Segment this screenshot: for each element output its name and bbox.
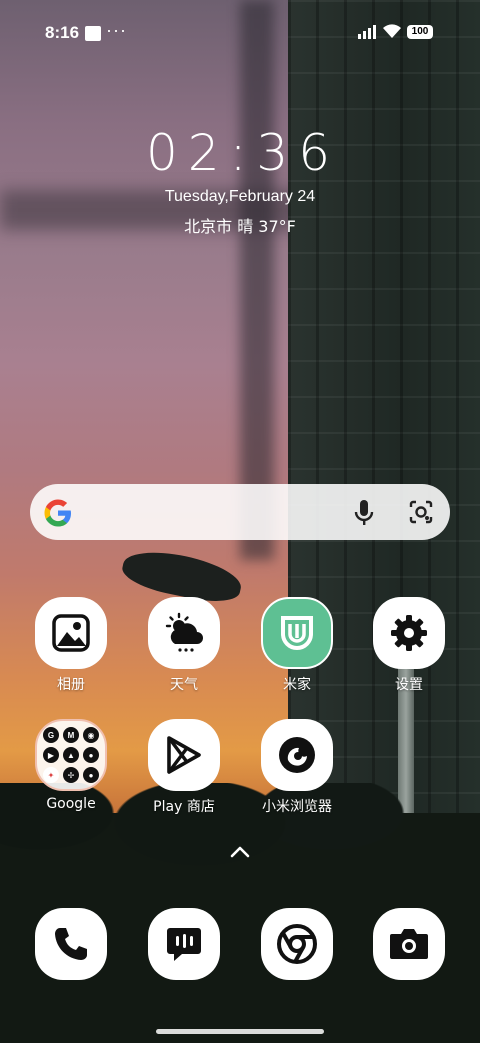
folder-gmail-icon: M: [63, 727, 79, 743]
google-g-icon: [44, 499, 71, 527]
app-label: 相册: [57, 677, 85, 693]
app-label: 天气: [170, 677, 198, 693]
camera-icon: [390, 929, 428, 959]
clock-date[interactable]: Tuesday,February 24: [0, 188, 480, 206]
play-store-icon: [148, 719, 220, 791]
folder-meet-icon: ●: [83, 747, 99, 763]
status-bar: 8:16 ··· 100: [0, 0, 480, 64]
folder-contacts-icon: ●: [83, 767, 99, 783]
home-indicator[interactable]: [156, 1029, 324, 1034]
wallpaper-window-frame-vertical: [240, 0, 274, 560]
app-play-store[interactable]: Play 商店: [136, 719, 232, 816]
google-folder-icon: G M ◉ ▶ ▲ ● ✦ ✢ ●: [35, 719, 107, 791]
folder-pinwheel-icon: ✢: [63, 767, 79, 783]
gear-icon: [373, 597, 445, 669]
chrome-icon: [277, 924, 317, 964]
folder-drive-icon: ▲: [63, 747, 79, 763]
clock-weather[interactable]: 北京市 晴 37°F: [0, 213, 480, 237]
mic-icon[interactable]: [352, 499, 376, 527]
app-label: 设置: [395, 677, 423, 693]
mijia-icon: [261, 597, 333, 669]
folder-youtube-icon: ▶: [43, 747, 59, 763]
status-time: 8:16: [45, 23, 80, 42]
app-label: Play 商店: [153, 799, 215, 815]
folder-google-icon: G: [43, 727, 59, 743]
clock-time[interactable]: 02:36: [0, 124, 480, 182]
more-notifications-icon: ···: [106, 20, 127, 40]
app-gallery[interactable]: 相册: [23, 597, 119, 694]
dock-camera[interactable]: [373, 908, 445, 980]
folder-maps-icon: ◉: [83, 727, 99, 743]
weather-icon: [148, 597, 220, 669]
app-label: 小米浏览器: [262, 799, 332, 815]
lens-icon[interactable]: [408, 499, 434, 525]
dock-phone[interactable]: [35, 908, 107, 980]
mi-browser-icon: [261, 719, 333, 791]
phone-icon: [55, 928, 87, 960]
battery-icon: 100: [407, 25, 433, 39]
messages-icon: [167, 928, 201, 961]
dock-messages[interactable]: [148, 908, 220, 980]
app-mi-browser[interactable]: 小米浏览器: [249, 719, 345, 816]
app-label: Google: [46, 796, 96, 812]
folder-photos-icon: ✦: [43, 767, 59, 783]
gallery-icon: [35, 597, 107, 669]
google-search-bar[interactable]: [30, 484, 450, 540]
wifi-icon: [383, 24, 401, 38]
signal-icon: [358, 25, 376, 39]
dock-chrome[interactable]: [261, 908, 333, 980]
app-settings[interactable]: 设置: [361, 597, 457, 694]
app-google-folder[interactable]: G M ◉ ▶ ▲ ● ✦ ✢ ● Google: [23, 719, 119, 812]
notification-square-icon: [85, 26, 101, 41]
app-weather[interactable]: 天气: [136, 597, 232, 694]
app-label: 米家: [283, 677, 311, 693]
app-mijia[interactable]: 米家: [249, 597, 345, 694]
chevron-up-icon[interactable]: [228, 844, 252, 860]
